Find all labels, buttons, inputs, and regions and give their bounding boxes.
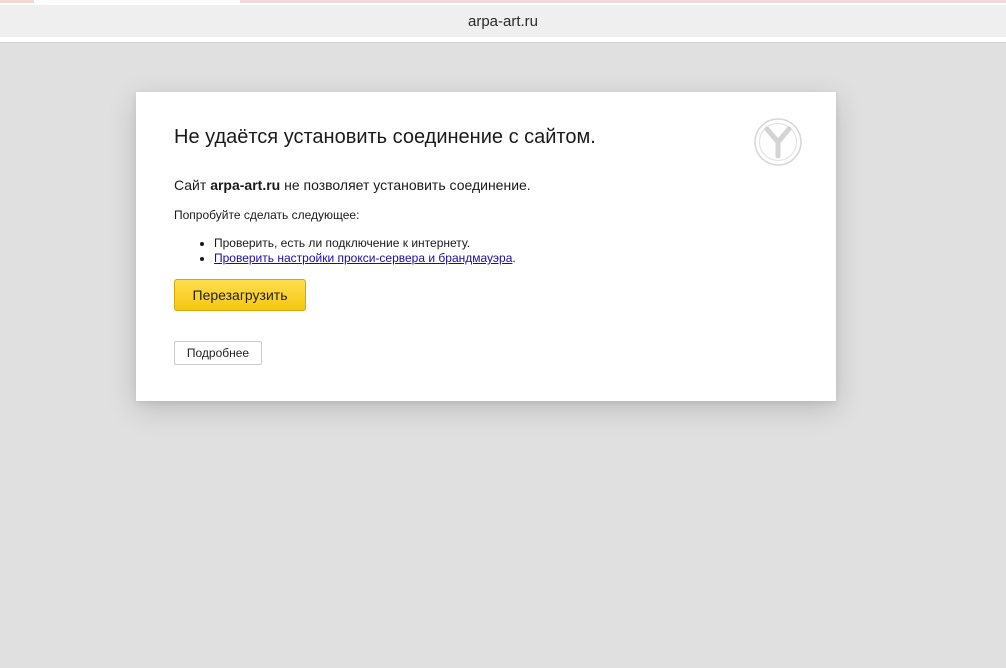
description-domain: arpa-art.ru	[210, 177, 281, 193]
description-prefix: Сайт	[174, 177, 211, 193]
address-bar[interactable]: arpa-art.ru	[0, 5, 1006, 37]
suggestion-check-proxy: Проверить настройки прокси-сервера и бра…	[214, 251, 516, 266]
reload-button[interactable]: Перезагрузить	[174, 279, 306, 311]
suggestion-check-internet: Проверить, есть ли подключение к интерне…	[214, 236, 516, 251]
suggestion-link-suffix: .	[512, 251, 516, 265]
address-bar-divider	[0, 37, 1006, 43]
tab-edge-left	[0, 0, 34, 3]
error-card: Не удаётся установить соединение с сайто…	[136, 92, 836, 401]
proxy-settings-link[interactable]: Проверить настройки прокси-сервера и бра…	[214, 251, 512, 265]
suggestions-heading: Попробуйте сделать следующее:	[174, 208, 360, 222]
suggestion-text: Проверить, есть ли подключение к интерне…	[214, 236, 471, 250]
tab-edge-active	[240, 0, 1006, 3]
details-button[interactable]: Подробнее	[174, 341, 262, 365]
address-bar-domain[interactable]: arpa-art.ru	[468, 13, 538, 30]
suggestions-list: Проверить, есть ли подключение к интерне…	[174, 236, 516, 266]
yandex-browser-logo-icon	[754, 118, 802, 166]
description-suffix: не позволяет установить соединение.	[280, 177, 531, 193]
error-description: Сайт arpa-art.ru не позволяет установить…	[174, 177, 531, 193]
error-title: Не удаётся установить соединение с сайто…	[174, 126, 596, 148]
